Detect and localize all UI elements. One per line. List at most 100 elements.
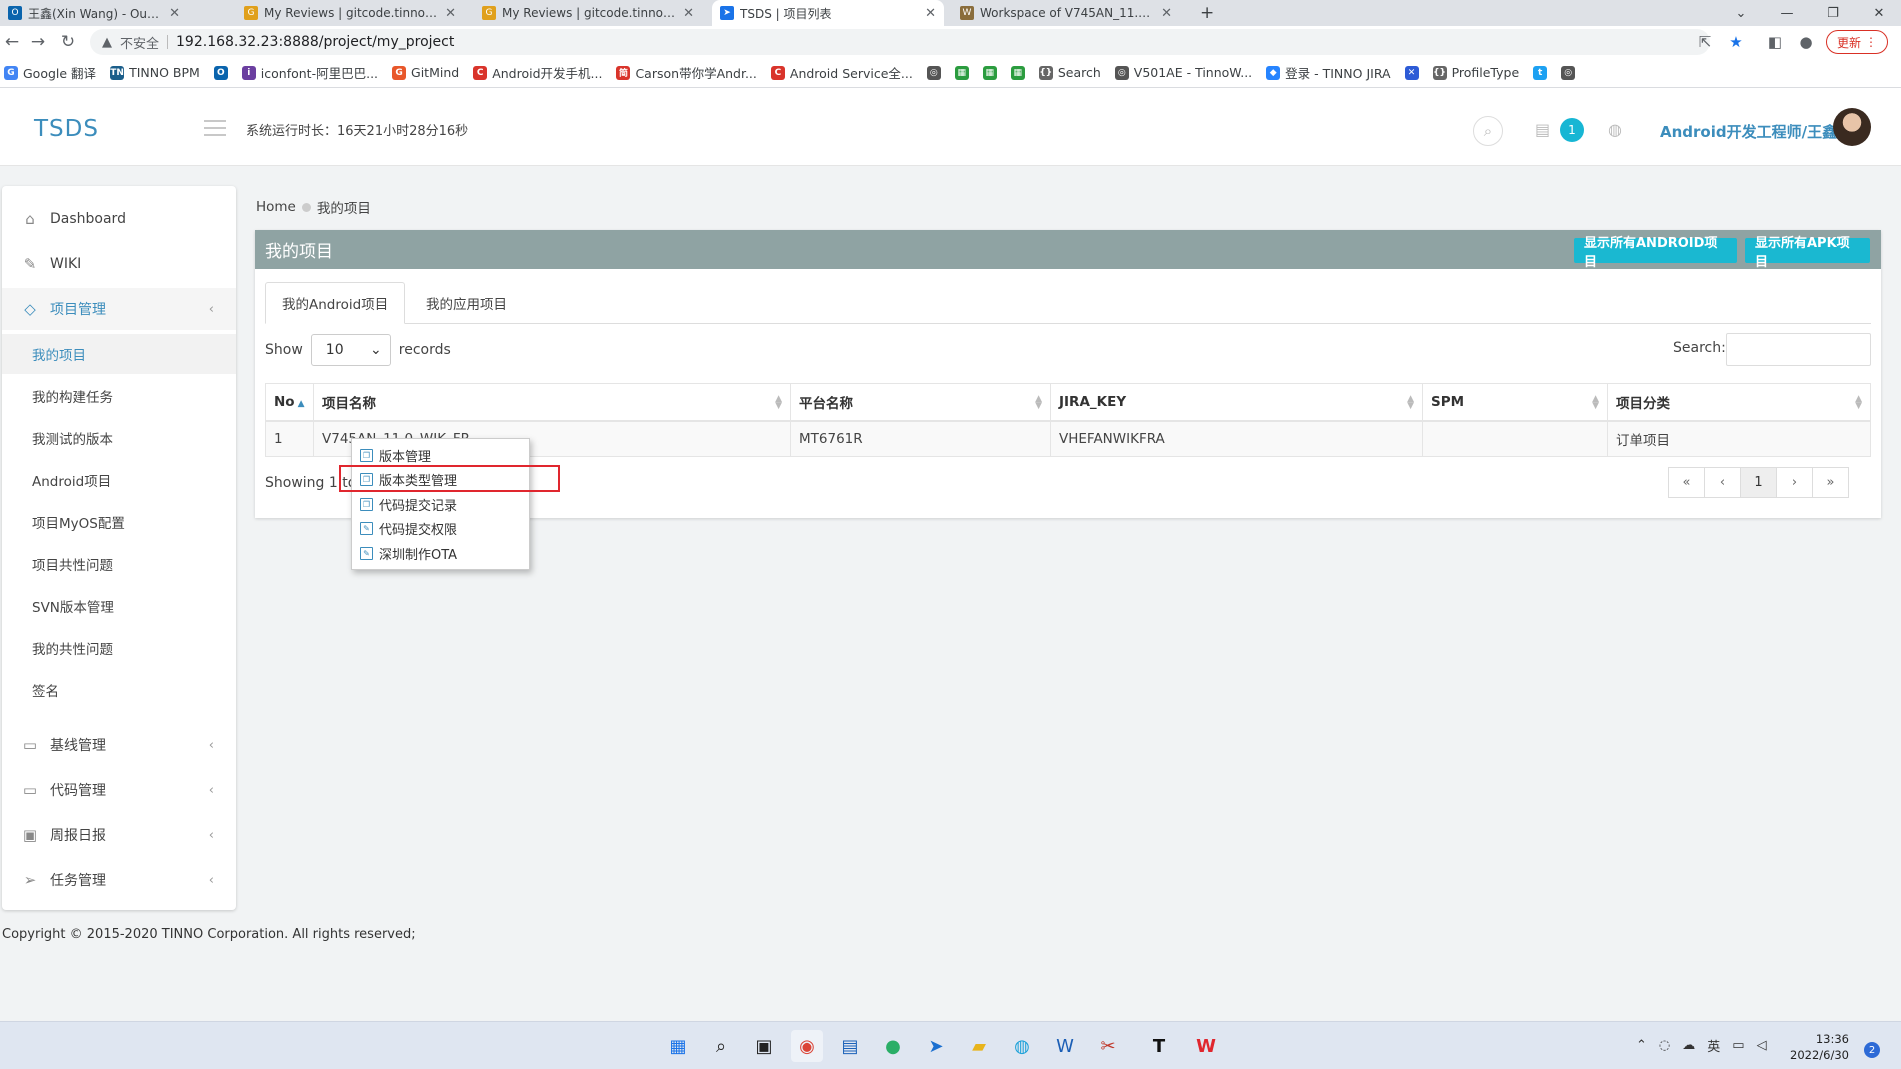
bookmark-item[interactable]: ◎ xyxy=(1561,65,1576,80)
new-tab-button[interactable]: + xyxy=(1192,0,1222,26)
display-icon[interactable]: ▭ xyxy=(1732,1038,1744,1053)
column-header-project-name[interactable]: 项目名称 ▲ ▼ xyxy=(313,383,791,422)
file-explorer-icon[interactable]: ▰ xyxy=(963,1030,995,1062)
browser-tab-gitcode-2[interactable]: G My Reviews | gitcode.tinno Co ✕ xyxy=(474,0,702,26)
close-icon[interactable]: ✕ xyxy=(169,6,180,21)
input-language[interactable]: 英 xyxy=(1707,1036,1720,1055)
search-icon[interactable]: ⌕ xyxy=(705,1030,737,1062)
bookmark-item[interactable]: ▦ xyxy=(954,65,969,80)
app-icon[interactable]: ◍ xyxy=(1006,1030,1038,1062)
browser-tab-outlook[interactable]: O 王鑫(Xin Wang) - Outlook Web ✕ xyxy=(0,0,188,26)
search-icon[interactable]: ⌕ xyxy=(1473,116,1503,146)
tab-my-app-projects[interactable]: 我的应用项目 xyxy=(410,282,523,324)
column-header-no[interactable]: No ▲ xyxy=(265,383,314,422)
menu-item-shenzhen-ota[interactable]: ✎ 深圳制作OTA xyxy=(352,541,529,566)
bookmark-item[interactable]: ✕ xyxy=(1404,65,1419,80)
sidebar-sub-android-projects[interactable]: Android项目 xyxy=(2,460,236,500)
bookmark-item[interactable]: t xyxy=(1533,65,1548,80)
wechat-icon[interactable]: ● xyxy=(877,1030,909,1062)
bookmark-item[interactable]: {} Search xyxy=(1038,65,1101,80)
update-button[interactable]: 更新 ⋮ xyxy=(1826,30,1888,54)
minimize-icon[interactable]: — xyxy=(1764,0,1810,26)
bookmark-item[interactable]: G Google 翻译 xyxy=(4,63,96,82)
search-input[interactable] xyxy=(1726,333,1871,366)
column-header-platform[interactable]: 平台名称 ▲ ▼ xyxy=(790,383,1051,422)
bookmark-item[interactable]: {} ProfileType xyxy=(1432,65,1519,80)
volume-icon[interactable]: ◁ xyxy=(1757,1038,1767,1053)
breadcrumb-home[interactable]: Home xyxy=(256,199,296,215)
column-header-spm[interactable]: SPM ▲ ▼ xyxy=(1422,383,1608,422)
browser-tab-workspace[interactable]: W Workspace of V745AN_11.0_W ✕ xyxy=(952,0,1180,26)
tab-my-android-projects[interactable]: 我的Android项目 xyxy=(265,282,406,324)
address-bar[interactable]: ▲ 不安全 192.168.32.23:8888/project/my_proj… xyxy=(90,29,1710,55)
sidebar-sub-my-projects[interactable]: 我的项目 xyxy=(2,334,236,374)
sidebar-sub-common-issues[interactable]: 项目共性问题 xyxy=(2,544,236,584)
typora-icon[interactable]: T xyxy=(1143,1030,1175,1062)
menu-item-commit-log[interactable]: ❐ 代码提交记录 xyxy=(352,492,529,517)
snip-icon[interactable]: ✂ xyxy=(1092,1030,1124,1062)
close-icon[interactable]: ✕ xyxy=(1161,6,1172,21)
globe-icon[interactable]: ◍ xyxy=(1608,120,1622,139)
close-icon[interactable]: ✕ xyxy=(925,6,936,21)
first-page-button[interactable]: « xyxy=(1668,467,1705,498)
sidebar-sub-svn[interactable]: SVN版本管理 xyxy=(2,586,236,626)
prev-page-button[interactable]: ‹ xyxy=(1704,467,1741,498)
forward-icon[interactable]: → xyxy=(26,30,50,54)
page-1-button[interactable]: 1 xyxy=(1740,467,1777,498)
bookmark-item[interactable]: C Android Service全... xyxy=(770,63,913,82)
menu-item-commit-permission[interactable]: ✎ 代码提交权限 xyxy=(352,517,529,542)
bookmark-item[interactable]: 简 Carson带你学Andr... xyxy=(616,63,757,82)
sidebar-sub-signature[interactable]: 签名 xyxy=(2,670,236,710)
next-page-button[interactable]: › xyxy=(1776,467,1813,498)
window-close-icon[interactable]: ✕ xyxy=(1856,0,1901,26)
sidebar-item-project-management[interactable]: ◇ 项目管理 ‹ xyxy=(2,288,236,330)
sidebar-item-wiki[interactable]: ✎ WIKI xyxy=(2,243,236,285)
bookmark-item[interactable]: C Android开发手机... xyxy=(473,63,602,82)
menu-item-version-management[interactable]: ❐ 版本管理 xyxy=(352,443,529,468)
feishu-icon[interactable]: ➤ xyxy=(920,1030,952,1062)
avatar[interactable] xyxy=(1833,108,1871,146)
sidebar-sub-my-build-tasks[interactable]: 我的构建任务 xyxy=(2,376,236,416)
profile-icon[interactable]: ● xyxy=(1795,31,1817,53)
browser-tab-tsds[interactable]: ➤ TSDS | 项目列表 ✕ xyxy=(712,0,944,26)
sidebar-sub-my-tested-versions[interactable]: 我测试的版本 xyxy=(2,418,236,458)
side-panel-icon[interactable]: ◧ xyxy=(1764,31,1786,53)
clock[interactable]: 13:36 2022/6/30 xyxy=(1790,1031,1849,1063)
show-all-android-button[interactable]: 显示所有ANDROID项目 xyxy=(1574,236,1737,270)
bookmark-item[interactable]: O xyxy=(213,65,228,80)
chevron-up-icon[interactable]: ⌃ xyxy=(1636,1038,1647,1053)
bookmark-star-icon[interactable]: ★ xyxy=(1725,31,1747,53)
wps-icon[interactable]: W xyxy=(1190,1030,1222,1062)
bookmark-item[interactable]: ▦ xyxy=(1010,65,1025,80)
network-icon[interactable]: ◌ xyxy=(1659,1038,1670,1053)
show-all-apk-button[interactable]: 显示所有APK项目 xyxy=(1745,236,1870,270)
sidebar-item-tasks[interactable]: ➢ 任务管理 ‹ xyxy=(2,859,236,901)
sidebar-sub-my-common-issues[interactable]: 我的共性问题 xyxy=(2,628,236,668)
chrome-icon[interactable]: ◉ xyxy=(791,1030,823,1062)
task-view-icon[interactable]: ▣ xyxy=(748,1030,780,1062)
sidebar-item-baseline[interactable]: ▭ 基线管理 ‹ xyxy=(2,724,236,766)
notification-count[interactable]: 2 xyxy=(1864,1042,1880,1058)
bookmark-item[interactable]: ◎ xyxy=(926,65,941,80)
last-page-button[interactable]: » xyxy=(1812,467,1849,498)
column-header-jira-key[interactable]: JIRA_KEY ▲ ▼ xyxy=(1050,383,1423,422)
reload-icon[interactable]: ↻ xyxy=(56,30,80,54)
bookmark-item[interactable]: TN TINNO BPM xyxy=(110,65,200,80)
tab-search-icon[interactable]: ⌄ xyxy=(1718,0,1764,26)
app-logo[interactable]: TSDS xyxy=(34,116,99,142)
bookmark-item[interactable]: ◆ 登录 - TINNO JIRA xyxy=(1266,63,1391,82)
page-length-select[interactable]: 10 ⌄ xyxy=(310,334,391,366)
cloud-icon[interactable]: ☁ xyxy=(1682,1038,1695,1053)
bookmark-item[interactable]: ◎ V501AE - TinnoW... xyxy=(1114,65,1252,80)
share-icon[interactable]: ⇱ xyxy=(1694,31,1716,53)
close-icon[interactable]: ✕ xyxy=(445,6,456,21)
start-icon[interactable]: ▦ xyxy=(662,1030,694,1062)
sidebar-sub-myos-config[interactable]: 项目MyOS配置 xyxy=(2,502,236,542)
column-header-category[interactable]: 项目分类 ▲ ▼ xyxy=(1607,383,1871,422)
bookmark-item[interactable]: i iconfont-阿里巴巴... xyxy=(241,63,378,82)
notification-badge[interactable]: 1 xyxy=(1560,118,1584,142)
sidebar-item-code[interactable]: ▭ 代码管理 ‹ xyxy=(2,769,236,811)
hamburger-icon[interactable] xyxy=(204,120,226,136)
bookmark-item[interactable]: G GitMind xyxy=(392,65,459,80)
word-icon[interactable]: W xyxy=(1049,1030,1081,1062)
